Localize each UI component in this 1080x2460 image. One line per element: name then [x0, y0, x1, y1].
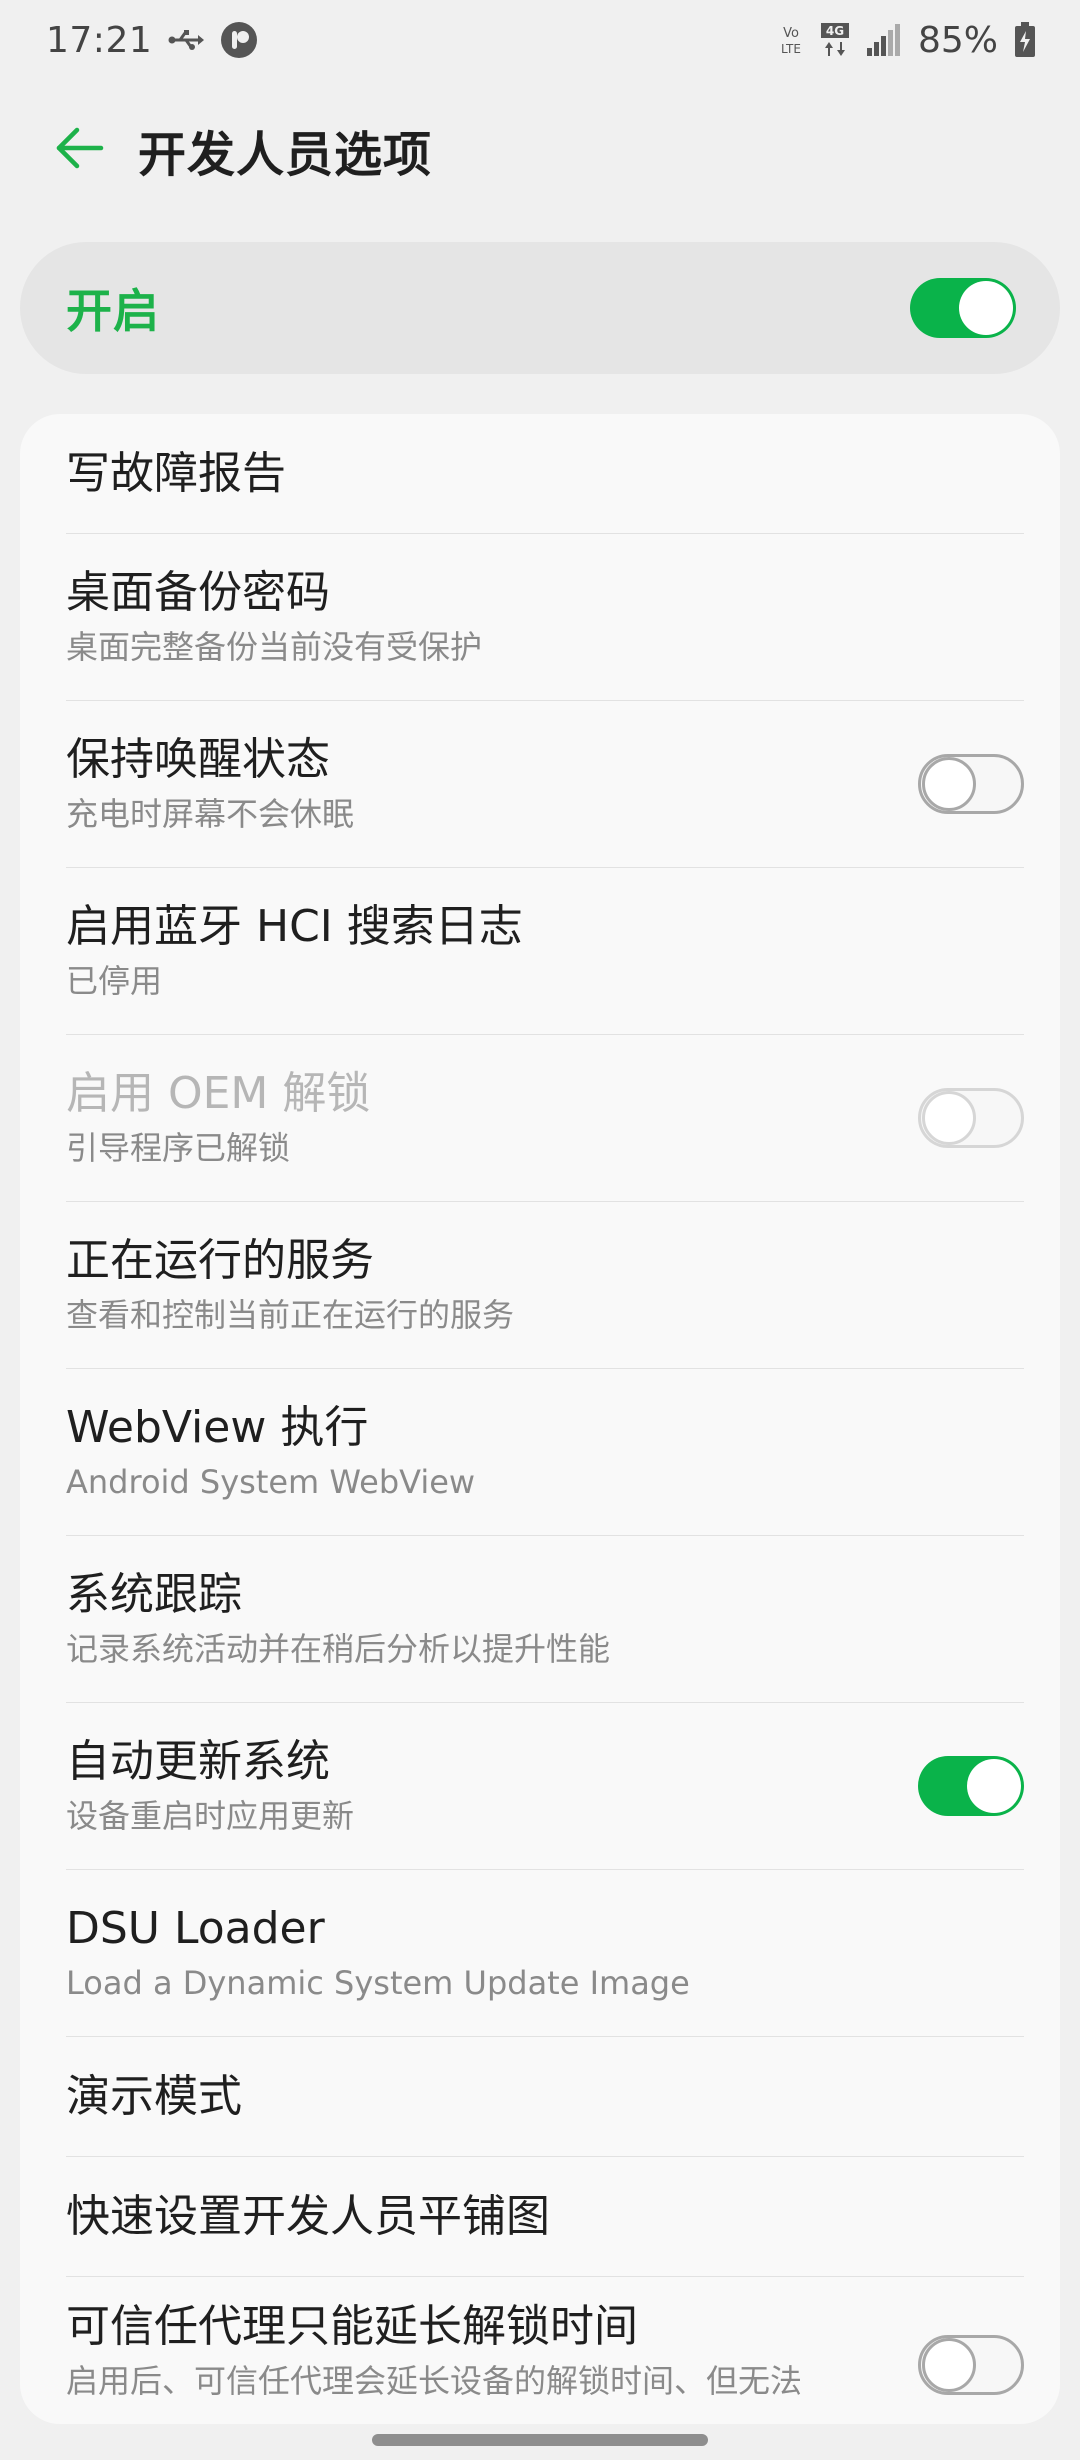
setting-text: 桌面备份密码 桌面完整备份当前没有受保护 — [66, 565, 482, 669]
setting-subtitle: 已停用 — [66, 962, 163, 1000]
toggle-knob — [922, 1091, 976, 1145]
volte-icon: Vo LTE — [778, 23, 804, 57]
setting-dsu-loader[interactable]: DSU Loader Load a Dynamic System Update … — [66, 1870, 1024, 2037]
toggle-knob — [959, 281, 1013, 335]
setting-demo-mode[interactable]: 演示模式 — [66, 2037, 1024, 2157]
setting-title: 演示模式 — [66, 2070, 242, 2122]
setting-subtitle: 引导程序已解锁 — [66, 1129, 291, 1167]
setting-title: 正在运行的服务 — [66, 1235, 374, 1286]
setting-subtitle: Load a Dynamic System Update Image — [66, 1964, 690, 2002]
svg-text:4G: 4G — [826, 24, 844, 38]
toggle-knob — [967, 1759, 1021, 1813]
setting-title: DSU Loader — [66, 1903, 325, 1954]
toggle-knob — [922, 757, 976, 811]
status-time: 17:21 — [46, 19, 153, 61]
setting-text: 启用蓝牙 HCI 搜索日志 已停用 — [66, 899, 523, 1003]
gesture-navigation-bar[interactable] — [372, 2434, 708, 2446]
status-right: Vo LTE 4G 85% — [778, 20, 1036, 61]
setting-subtitle: Android System WebView — [66, 1463, 476, 1501]
setting-text: 写故障报告 — [66, 446, 286, 502]
setting-bluetooth-hci-log[interactable]: 启用蓝牙 HCI 搜索日志 已停用 — [66, 868, 1024, 1035]
setting-running-services[interactable]: 正在运行的服务 查看和控制当前正在运行的服务 — [66, 1202, 1024, 1369]
setting-text: 可信任代理只能延长解锁时间 启用后、可信任代理会延长设备的解锁时间、但无法 — [66, 2299, 802, 2403]
setting-bug-report[interactable]: 写故障报告 — [66, 414, 1024, 534]
setting-title: 启用蓝牙 HCI 搜索日志 — [66, 901, 523, 952]
status-bar: 17:21 Vo LTE 4G 85% — [0, 0, 1080, 80]
setting-subtitle: 启用后、可信任代理会延长设备的解锁时间、但无法 — [66, 2362, 803, 2400]
setting-oem-unlock: 启用 OEM 解锁 引导程序已解锁 — [66, 1035, 1024, 1202]
setting-title: 写故障报告 — [66, 447, 286, 499]
4g-data-icon: 4G — [820, 22, 850, 58]
back-button[interactable] — [40, 110, 120, 190]
setting-desktop-backup-password[interactable]: 桌面备份密码 桌面完整备份当前没有受保护 — [66, 534, 1024, 701]
oem-unlock-toggle — [918, 1088, 1024, 1148]
setting-subtitle: 桌面完整备份当前没有受保护 — [66, 628, 483, 666]
setting-system-tracing[interactable]: 系统跟踪 记录系统活动并在稍后分析以提升性能 — [66, 1536, 1024, 1703]
setting-trust-agents-extend-unlock[interactable]: 可信任代理只能延长解锁时间 启用后、可信任代理会延长设备的解锁时间、但无法 — [66, 2277, 1024, 2424]
master-switch-label: 开启 — [66, 284, 160, 338]
usb-icon — [168, 28, 205, 52]
page-title: 开发人员选项 — [138, 127, 433, 183]
svg-text:Vo: Vo — [783, 26, 799, 41]
setting-title: WebView 执行 — [66, 1402, 369, 1453]
setting-text: 演示模式 — [66, 2069, 242, 2125]
master-toggle[interactable] — [910, 278, 1016, 338]
app-notification-icon — [220, 21, 258, 59]
setting-text: 保持唤醒状态 充电时屏幕不会休眠 — [66, 732, 354, 836]
setting-title: 保持唤醒状态 — [66, 734, 330, 785]
setting-text: DSU Loader Load a Dynamic System Update … — [66, 1901, 690, 2005]
setting-subtitle: 记录系统活动并在稍后分析以提升性能 — [66, 1630, 611, 1668]
setting-subtitle: 查看和控制当前正在运行的服务 — [66, 1296, 515, 1334]
trust-agents-toggle[interactable] — [918, 2335, 1024, 2395]
arrow-left-icon — [55, 126, 105, 174]
battery-icon — [1014, 22, 1036, 58]
developer-options-master-switch[interactable]: 开启 — [20, 242, 1060, 374]
status-left: 17:21 — [46, 20, 258, 61]
battery-percent: 85% — [917, 19, 998, 61]
svg-text:LTE: LTE — [781, 42, 801, 56]
setting-title: 可信任代理只能延长解锁时间 — [66, 2301, 638, 2352]
setting-text: 自动更新系统 设备重启时应用更新 — [66, 1734, 354, 1838]
setting-text: 系统跟踪 记录系统活动并在稍后分析以提升性能 — [66, 1567, 610, 1671]
setting-text: 启用 OEM 解锁 引导程序已解锁 — [66, 1066, 370, 1170]
app-bar: 开发人员选项 — [0, 110, 1080, 190]
setting-title: 自动更新系统 — [66, 1736, 330, 1787]
stay-awake-toggle[interactable] — [918, 754, 1024, 814]
setting-stay-awake[interactable]: 保持唤醒状态 充电时屏幕不会休眠 — [66, 701, 1024, 868]
setting-text: 快速设置开发人员平铺图 — [66, 2189, 550, 2245]
setting-text: 正在运行的服务 查看和控制当前正在运行的服务 — [66, 1233, 514, 1337]
setting-subtitle: 充电时屏幕不会休眠 — [66, 795, 355, 833]
setting-subtitle: 设备重启时应用更新 — [66, 1797, 355, 1835]
signal-icon — [866, 24, 900, 56]
toggle-knob — [922, 2338, 976, 2392]
auto-update-toggle[interactable] — [918, 1756, 1024, 1816]
setting-title: 启用 OEM 解锁 — [66, 1068, 371, 1119]
setting-text: WebView 执行 Android System WebView — [66, 1400, 475, 1504]
setting-title: 快速设置开发人员平铺图 — [66, 2190, 550, 2242]
setting-webview-implementation[interactable]: WebView 执行 Android System WebView — [66, 1369, 1024, 1536]
setting-title: 系统跟踪 — [66, 1569, 242, 1620]
setting-auto-system-update[interactable]: 自动更新系统 设备重启时应用更新 — [66, 1703, 1024, 1870]
setting-title: 桌面备份密码 — [66, 567, 330, 618]
setting-quick-settings-tiles[interactable]: 快速设置开发人员平铺图 — [66, 2157, 1024, 2277]
settings-list: 写故障报告 桌面备份密码 桌面完整备份当前没有受保护 保持唤醒状态 充电时屏幕不… — [20, 414, 1060, 2424]
